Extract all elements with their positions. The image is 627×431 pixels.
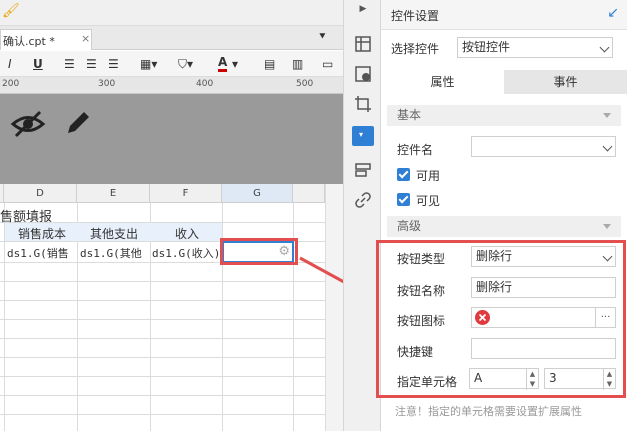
panel-title: 控件设置 <box>391 9 440 23</box>
enabled-label: 可用 <box>416 169 441 183</box>
chevron-down-icon <box>599 42 610 53</box>
advanced-section[interactable]: 高级 <box>387 216 621 237</box>
file-tab-label: 确认.cpt * <box>3 35 55 48</box>
advanced-highlight-box <box>376 240 626 398</box>
font-color-dropdown-icon[interactable]: ▾ <box>232 55 238 73</box>
crop-icon[interactable] <box>353 94 373 114</box>
tab-menu-icon[interactable]: ⯆ <box>318 30 327 44</box>
file-tab[interactable]: 确认.cpt * × <box>0 29 92 50</box>
widget-name-field[interactable] <box>471 136 616 157</box>
cell-attributes-icon[interactable] <box>353 34 373 54</box>
column-header-blank <box>293 184 325 203</box>
align-left-icon[interactable]: ☰ <box>64 55 75 73</box>
vertical-scrollbar[interactable] <box>325 184 343 431</box>
enabled-checkbox[interactable] <box>397 168 410 181</box>
advanced-section-label: 高级 <box>397 219 422 233</box>
panel-tabs: 属性 事件 <box>381 70 627 94</box>
column-header-g[interactable]: G <box>222 184 293 203</box>
basic-section-label: 基本 <box>397 108 422 122</box>
font-color-icon[interactable]: A <box>218 55 228 72</box>
hyperlink-icon[interactable] <box>353 190 373 210</box>
merge-cells-icon[interactable]: ▤ <box>264 55 275 73</box>
column-header-f[interactable]: F <box>150 184 222 203</box>
hidden-eye-icon[interactable] <box>10 109 46 139</box>
chevron-down-icon <box>602 141 613 152</box>
column-header-d[interactable]: D <box>4 184 77 203</box>
ruler-tick: 500 <box>296 79 314 89</box>
format-toolbar: I U ☰ ☰ ☰ ▦▾ ⛉▾ A ▾ ▤ ▥ ▭ <box>0 51 343 77</box>
parameter-pane <box>0 94 343 184</box>
align-right-icon[interactable]: ☰ <box>108 55 119 73</box>
data-cell-cost[interactable]: ds1.G(销售 <box>7 245 76 261</box>
tab-attributes[interactable]: 属性 <box>381 70 504 94</box>
condition-attribute-icon[interactable] <box>353 160 373 180</box>
select-widget-label: 选择控件 <box>391 42 440 56</box>
report-editor: 🖌 确认.cpt * × ⯆ I U ☰ ☰ ☰ ▦▾ ⛉▾ A ▾ ▤ ▥ ▭… <box>0 0 343 431</box>
top-toolbar: 🖌 <box>0 0 343 26</box>
collapse-arrow-icon[interactable]: ▶ <box>353 4 373 24</box>
ruler-tick: 200 <box>2 79 20 89</box>
caret-down-icon <box>603 224 611 229</box>
widget-name-label: 控件名 <box>397 143 434 157</box>
column-header-e[interactable]: E <box>77 184 150 203</box>
align-center-icon[interactable]: ☰ <box>86 55 97 73</box>
visible-label: 可见 <box>416 194 441 208</box>
header-cell-cost[interactable]: 销售成本 <box>18 225 66 242</box>
tab-events-label: 事件 <box>553 75 578 89</box>
select-widget-dropdown[interactable]: 按钮控件 <box>457 37 613 58</box>
underline-icon[interactable]: U <box>33 55 43 73</box>
data-cell-other[interactable]: ds1.G(其他 <box>80 245 149 261</box>
visible-checkbox[interactable] <box>397 193 410 206</box>
spreadsheet-grid: D E F G 售额填报 销售成本 其他支出 收入 ds1.G(销售 ds1.G… <box>0 184 343 431</box>
cell-element-icon[interactable] <box>353 64 373 84</box>
fill-color-icon[interactable]: ⛉▾ <box>178 55 193 73</box>
ruler: 200 300 400 500 <box>0 77 343 94</box>
italic-icon[interactable]: I <box>8 55 12 73</box>
ruler-tick: 300 <box>98 79 116 89</box>
select-widget-value: 按钮控件 <box>462 40 511 54</box>
edit-pencil-icon[interactable] <box>62 107 94 139</box>
tab-events[interactable]: 事件 <box>504 70 627 94</box>
basic-section[interactable]: 基本 <box>387 105 621 126</box>
split-cells-icon[interactable]: ▥ <box>292 55 303 73</box>
brush-icon[interactable]: 🖌 <box>2 3 20 19</box>
note-text: 注意！指定的单元格需要设置扩展属性 <box>395 405 582 418</box>
header-cell-other[interactable]: 其他支出 <box>90 225 138 242</box>
tab-attributes-label: 属性 <box>430 75 455 89</box>
tab-close-icon[interactable]: × <box>81 32 90 45</box>
ruler-tick: 400 <box>196 79 214 89</box>
cell-highlight-box <box>220 238 298 265</box>
border-icon[interactable]: ▦▾ <box>140 55 157 73</box>
data-cell-income[interactable]: ds1.G(收入) <box>152 245 222 261</box>
file-tab-bar: 确认.cpt * × ⯆ <box>0 26 343 50</box>
widget-settings-panel: 控件设置 ↙ 选择控件 按钮控件 属性 事件 基本 控件名 可用 可见 高级 按… <box>376 0 627 431</box>
widget-settings-icon[interactable]: ▾ <box>352 126 374 146</box>
more-tools-icon[interactable]: ▭ <box>322 55 333 73</box>
panel-header: 控件设置 ↙ <box>381 0 627 30</box>
caret-down-icon <box>603 113 611 118</box>
expand-icon[interactable]: ↙ <box>607 5 619 21</box>
header-cell-income[interactable]: 收入 <box>175 225 199 242</box>
